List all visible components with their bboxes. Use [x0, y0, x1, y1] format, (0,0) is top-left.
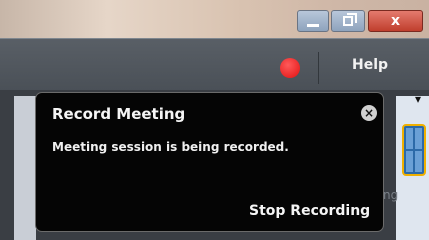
maximize-icon — [343, 13, 357, 26]
maximize-button[interactable] — [331, 10, 365, 32]
close-icon: x — [390, 13, 401, 29]
minimize-button[interactable] — [297, 10, 329, 32]
layout-icon[interactable] — [402, 124, 426, 176]
help-menu[interactable]: Help — [352, 57, 388, 73]
close-icon: × — [363, 106, 375, 120]
stop-recording-button[interactable]: Stop Recording — [249, 203, 370, 219]
popup-title: Record Meeting — [52, 105, 186, 123]
left-panel-edge — [14, 96, 36, 240]
close-window-button[interactable]: x — [368, 10, 423, 32]
sharing-label: ng — [383, 188, 399, 202]
recording-dot-icon — [280, 58, 300, 78]
popup-close-button[interactable]: × — [361, 105, 377, 121]
menu-separator — [318, 52, 319, 84]
panel-arrow-icon[interactable]: ▾ — [415, 92, 421, 106]
minimize-icon — [307, 23, 319, 27]
recording-status-message: Meeting session is being recorded. — [52, 140, 289, 154]
